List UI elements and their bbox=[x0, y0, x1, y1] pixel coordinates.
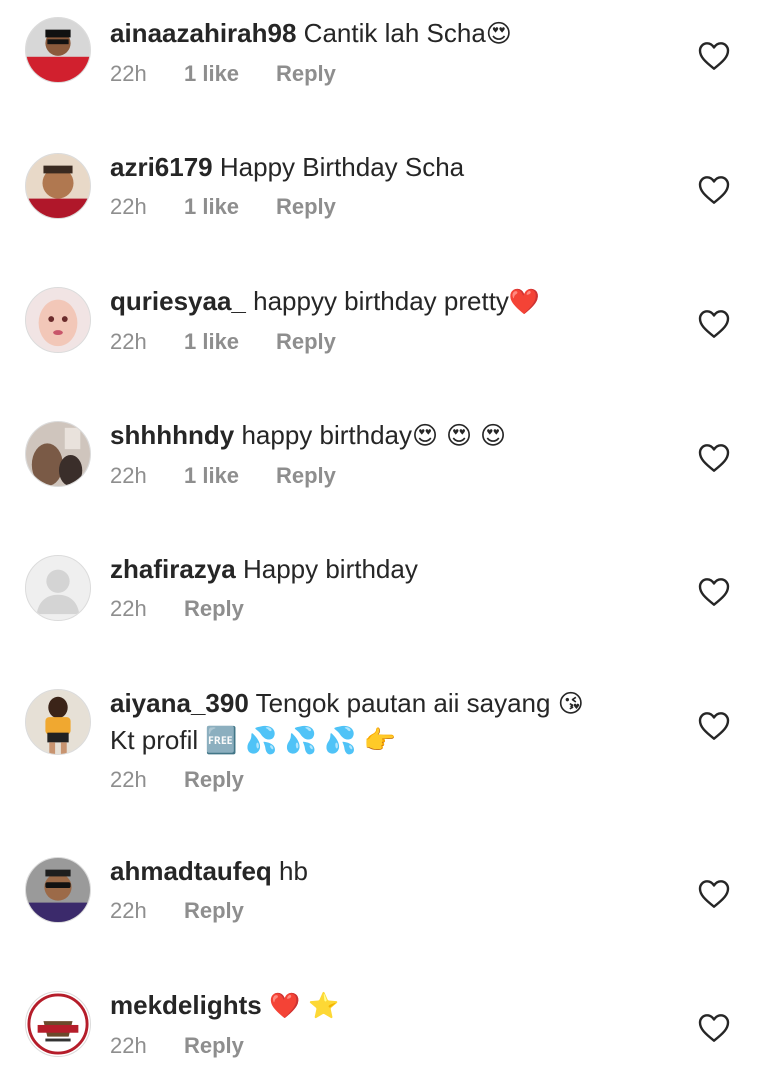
avatar[interactable] bbox=[25, 991, 91, 1057]
timestamp: 22h bbox=[110, 596, 147, 621]
emoji: 😍 😍 😍 bbox=[412, 421, 507, 450]
comment-body: shhhhndy happy birthday😍 😍 😍 22h 1 like … bbox=[110, 417, 670, 490]
heart-outline-icon[interactable] bbox=[698, 711, 730, 741]
profile-photo-icon bbox=[26, 154, 90, 218]
profile-photo-icon bbox=[26, 690, 90, 754]
reply-button[interactable]: Reply bbox=[184, 595, 244, 623]
username[interactable]: ahmadtaufeq bbox=[110, 856, 272, 886]
comment-meta: 22h Reply bbox=[110, 897, 670, 925]
heart-outline-icon[interactable] bbox=[698, 879, 730, 909]
reply-button[interactable]: Reply bbox=[276, 462, 336, 490]
comment-meta: 22h Reply bbox=[110, 766, 670, 794]
comment-text: Cantik lah Scha bbox=[303, 18, 486, 48]
timestamp: 22h bbox=[110, 898, 147, 923]
heart-outline-icon[interactable] bbox=[698, 41, 730, 71]
comment-text: Happy Birthday Scha bbox=[219, 152, 465, 182]
reply-button[interactable]: Reply bbox=[276, 328, 336, 356]
default-avatar-icon bbox=[26, 556, 90, 620]
comment-body: zhafirazya Happy birthday 22h Reply bbox=[110, 551, 670, 623]
comment-body: azri6179 Happy Birthday Scha 22h 1 like … bbox=[110, 149, 670, 221]
like-count[interactable]: 1 like bbox=[184, 328, 276, 356]
heart-outline-icon[interactable] bbox=[698, 175, 730, 205]
comment-meta: 22h 1 like Reply bbox=[110, 193, 670, 221]
comment-meta: 22h Reply bbox=[110, 595, 670, 623]
heart-outline-icon[interactable] bbox=[698, 577, 730, 607]
timestamp: 22h bbox=[110, 329, 147, 354]
comment-body: aiyana_390 Tengok pautan aii sayang 😘 Kt… bbox=[110, 685, 670, 794]
avatar[interactable] bbox=[25, 689, 91, 755]
reply-button[interactable]: Reply bbox=[184, 766, 244, 794]
like-count[interactable]: 1 like bbox=[184, 193, 276, 221]
comment-body: quriesyaa_ happyy birthday pretty❤️ 22h … bbox=[110, 283, 670, 356]
reply-button[interactable]: Reply bbox=[184, 897, 244, 925]
avatar[interactable] bbox=[25, 153, 91, 219]
heart-outline-icon[interactable] bbox=[698, 309, 730, 339]
comment-meta: 22h 1 like Reply bbox=[110, 60, 670, 88]
comment-body: mekdelights ❤️ ⭐ 22h Reply bbox=[110, 987, 670, 1060]
comment-text: Happy birthday bbox=[242, 554, 418, 584]
timestamp: 22h bbox=[110, 61, 147, 86]
avatar[interactable] bbox=[25, 287, 91, 353]
comment-text: Tengok pautan aii sayang bbox=[255, 688, 551, 718]
emoji: ❤️ bbox=[508, 287, 541, 316]
comment-meta: 22h 1 like Reply bbox=[110, 328, 670, 356]
emoji: 😍 bbox=[485, 19, 512, 48]
avatar[interactable] bbox=[25, 17, 91, 83]
timestamp: 22h bbox=[110, 194, 147, 219]
heart-outline-icon[interactable] bbox=[698, 1013, 730, 1043]
emoji: ❤️ ⭐ bbox=[268, 991, 340, 1020]
comment-body: ainaazahirah98 Cantik lah Scha😍 22h 1 li… bbox=[110, 15, 670, 88]
timestamp: 22h bbox=[110, 1033, 147, 1058]
comment-body: ahmadtaufeq hb 22h Reply bbox=[110, 853, 670, 925]
heart-outline-icon[interactable] bbox=[698, 443, 730, 473]
like-count[interactable]: 1 like bbox=[184, 462, 276, 490]
username[interactable]: quriesyaa_ bbox=[110, 286, 246, 316]
avatar[interactable] bbox=[25, 421, 91, 487]
username[interactable]: shhhhndy bbox=[110, 420, 234, 450]
reply-button[interactable]: Reply bbox=[184, 1032, 244, 1060]
username[interactable]: aiyana_390 bbox=[110, 688, 249, 718]
comment-meta: 22h Reply bbox=[110, 1032, 670, 1060]
username[interactable]: mekdelights bbox=[110, 990, 262, 1020]
comment-text: hb bbox=[279, 856, 308, 886]
profile-photo-icon bbox=[26, 422, 90, 486]
comment-text: happy birthday bbox=[241, 420, 413, 450]
profile-photo-icon bbox=[26, 858, 90, 922]
reply-button[interactable]: Reply bbox=[276, 60, 336, 88]
logo-avatar-icon bbox=[26, 992, 90, 1056]
username[interactable]: ainaazahirah98 bbox=[110, 18, 296, 48]
comment-text-line-2: Kt profil 🆓 💦 💦 💦 👉 bbox=[110, 725, 397, 755]
emoji: 😘 bbox=[557, 689, 584, 718]
profile-photo-icon bbox=[26, 18, 90, 82]
like-count[interactable]: 1 like bbox=[184, 60, 276, 88]
timestamp: 22h bbox=[110, 463, 147, 488]
profile-photo-icon bbox=[26, 288, 90, 352]
username[interactable]: azri6179 bbox=[110, 152, 213, 182]
username[interactable]: zhafirazya bbox=[110, 554, 236, 584]
reply-button[interactable]: Reply bbox=[276, 193, 336, 221]
comment-text: happyy birthday pretty bbox=[253, 286, 509, 316]
avatar[interactable] bbox=[25, 857, 91, 923]
avatar[interactable] bbox=[25, 555, 91, 621]
comment-meta: 22h 1 like Reply bbox=[110, 462, 670, 490]
timestamp: 22h bbox=[110, 767, 147, 792]
